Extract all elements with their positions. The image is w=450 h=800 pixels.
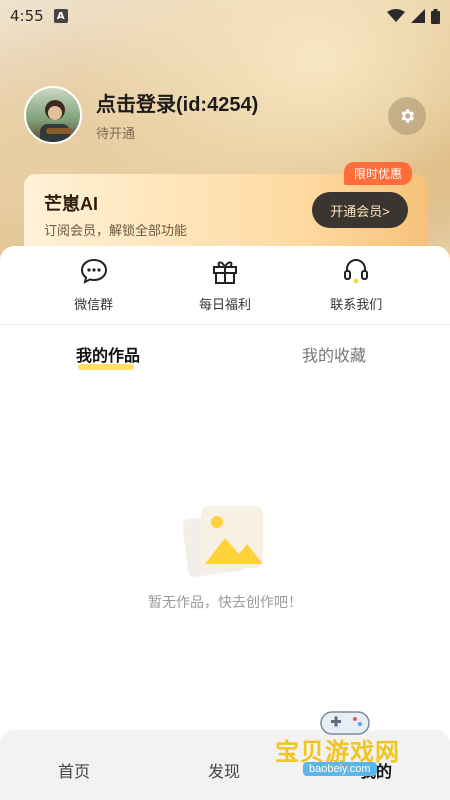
- wifi-icon: [387, 9, 405, 22]
- vip-title: 芒崽AI: [44, 194, 98, 214]
- divider: [0, 324, 450, 325]
- signal-icon: [411, 9, 425, 23]
- status-indicators: [387, 8, 440, 24]
- headset-icon: [341, 256, 371, 286]
- gift-icon: [210, 256, 240, 286]
- watermark: 宝贝游戏网 baobeiy.com: [275, 706, 450, 796]
- quick-action-label: 联系我们: [330, 297, 383, 312]
- image-placeholder-icon: [183, 506, 263, 577]
- chat-bubble-icon: [79, 256, 109, 286]
- membership-status: 待开通: [96, 126, 136, 141]
- avatar[interactable]: [24, 86, 82, 144]
- nav-home[interactable]: 首页: [58, 758, 90, 782]
- quick-action-contact-us[interactable]: 联系我们: [301, 256, 411, 313]
- battery-icon: [431, 8, 440, 24]
- quick-action-wechat-group[interactable]: 微信群: [39, 256, 149, 313]
- empty-state-text: 暂无作品，快去创作吧！: [148, 594, 302, 610]
- status-time: 4:55: [10, 7, 44, 25]
- settings-button[interactable]: [388, 97, 426, 135]
- nav-discover[interactable]: 发现: [208, 758, 240, 782]
- tab-my-works[interactable]: 我的作品: [76, 342, 140, 366]
- watermark-url: baobeiy.com: [303, 762, 377, 776]
- quick-action-daily-bonus[interactable]: 每日福利: [170, 256, 280, 313]
- quick-action-label: 每日福利: [198, 297, 251, 312]
- status-bar: 4:55 A: [0, 0, 450, 32]
- avatar-photo-icon: [40, 100, 72, 142]
- gear-icon: [401, 109, 415, 123]
- login-prompt[interactable]: 点击登录(id:4254): [96, 88, 258, 117]
- vip-card[interactable]: 芒崽AI 订阅会员，解锁全部功能 限时优惠 开通会员>: [24, 162, 427, 256]
- tab-my-favorites[interactable]: 我的收藏: [302, 342, 366, 366]
- app-notification-icon: A: [53, 9, 68, 23]
- quick-actions: 微信群 每日福利 联系我们: [0, 256, 450, 313]
- content-tabs: 我的作品 我的收藏: [0, 342, 450, 376]
- quick-action-label: 微信群: [74, 297, 114, 312]
- empty-state: 暂无作品，快去创作吧！: [0, 502, 450, 612]
- open-membership-button[interactable]: 开通会员>: [312, 192, 408, 228]
- vip-subtitle: 订阅会员，解锁全部功能: [44, 223, 188, 238]
- limited-offer-badge: 限时优惠: [344, 162, 413, 185]
- profile-section[interactable]: 点击登录(id:4254) 待开通: [24, 86, 258, 144]
